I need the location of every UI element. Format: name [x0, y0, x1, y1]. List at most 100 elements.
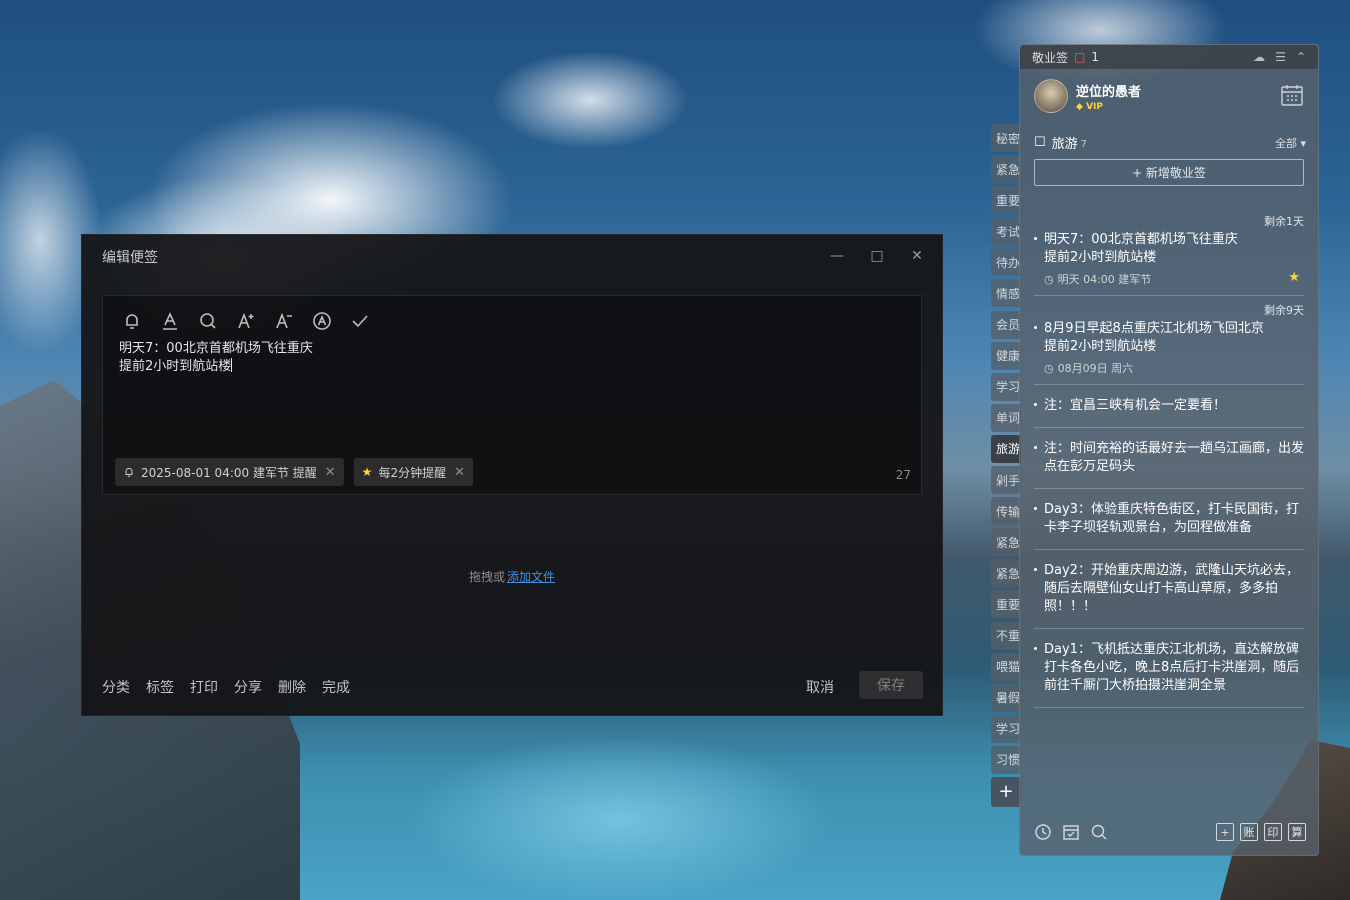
note-list: 剩余1天 明天7：00北京首都机场飞往重庆 提前2小时到航站楼 ◷ 明天 04:00 建…: [1034, 207, 1304, 708]
user-profile[interactable]: 逆位的愚者 ◆ VIP: [1034, 79, 1141, 113]
remaining-days: 剩余1天: [1264, 215, 1304, 228]
side-tab[interactable]: 考试: [991, 217, 1021, 246]
search-icon[interactable]: [197, 310, 219, 332]
panel-titlebar: 敬业签 □ 1 ☁ ☰ ⌃: [1020, 45, 1318, 69]
tag-button[interactable]: 标签: [146, 677, 174, 697]
list-item[interactable]: 剩余1天 明天7：00北京首都机场飞往重庆 提前2小时到航站楼 ◷ 明天 04:00 建…: [1034, 207, 1304, 296]
category-count: 7: [1080, 139, 1088, 150]
clock-icon[interactable]: [1034, 823, 1052, 841]
calendar-icon[interactable]: [1280, 83, 1304, 107]
remove-repeat-icon[interactable]: ✕: [454, 465, 465, 480]
side-tab[interactable]: 暑假: [991, 683, 1021, 712]
drop-text: 拖拽或: [468, 570, 505, 584]
font-decrease-icon[interactable]: [273, 310, 295, 332]
cloud-sync-icon[interactable]: ☁: [1253, 50, 1265, 64]
note-text-line: 明天7：00北京首都机场飞往重庆: [119, 341, 313, 356]
side-tab[interactable]: 重要: [991, 186, 1021, 215]
list-item[interactable]: Day1：飞机抵达重庆江北机场，直达解放碑打卡各色小吃，晚上8点后打卡洪崖洞，随…: [1034, 629, 1304, 708]
side-tab[interactable]: 会员: [991, 310, 1021, 339]
text-style-icon[interactable]: [311, 310, 333, 332]
add-square-icon[interactable]: +: [1216, 823, 1234, 841]
list-item[interactable]: 注：宜昌三峡有机会一定要看！: [1034, 385, 1304, 428]
side-tab[interactable]: 待办: [991, 248, 1021, 277]
side-tab[interactable]: 情感: [991, 279, 1021, 308]
sticky-note-panel: 敬业签 □ 1 ☁ ☰ ⌃ 逆位的愚者 ◆ VIP ☐ 旅游 7 全部 ▾ + …: [1019, 44, 1319, 856]
notification-bell-icon[interactable]: □: [1074, 50, 1085, 64]
reminder-chip[interactable]: 2025-08-01 04:00 建军节 提醒 ✕: [115, 458, 344, 486]
notification-count: 1: [1091, 50, 1099, 64]
delete-button[interactable]: 删除: [278, 677, 306, 697]
side-tab[interactable]: 剁手: [991, 466, 1021, 495]
side-tab[interactable]: 传输: [991, 497, 1021, 526]
app-name: 敬业签: [1032, 50, 1069, 65]
minimize-icon[interactable]: —: [822, 245, 852, 267]
side-tab[interactable]: 习惯: [991, 745, 1021, 774]
checklist-icon[interactable]: [1062, 823, 1080, 841]
list-item[interactable]: Day3：体验重庆特色街区，打卡民国街，打卡李子坝轻轨观景台，为回程做准备: [1034, 489, 1304, 550]
category-side-tabs: 秘密 紧急 重要 考试 待办 情感 会员 健康 学习 单词 旅游 剁手 传输 紧急 紧急 重要 不重 喂猫 暑假 学习…: [991, 124, 1021, 807]
print-icon[interactable]: 印: [1264, 823, 1282, 841]
print-button[interactable]: 打印: [190, 677, 218, 697]
menu-icon[interactable]: ☰: [1275, 50, 1286, 64]
list-item[interactable]: Day2：开始重庆周边游，武隆山天坑必去，随后去隔壁仙女山打卡高山草原，多多拍照…: [1034, 550, 1304, 629]
note-text: 明天7：00北京首都机场飞往重庆 提前2小时到航站楼: [1034, 231, 1304, 267]
list-item[interactable]: 注：时间充裕的话最好去一趟乌江画廊，出发点在彭万足码头: [1034, 428, 1304, 489]
repeat-chip[interactable]: ★ 每2分钟提醒 ✕: [353, 458, 473, 486]
note-editor-box[interactable]: 明天7：00北京首都机场飞往重庆 提前2小时到航站楼 2025-08-01 04…: [102, 295, 922, 495]
checkmark-icon[interactable]: [349, 310, 371, 332]
category-button[interactable]: 分类: [102, 677, 130, 697]
calculator-icon[interactable]: 算: [1288, 823, 1306, 841]
add-file-link[interactable]: 添加文件: [507, 570, 555, 584]
window-controls: — □ ✕: [822, 245, 932, 267]
collapse-icon[interactable]: ⌃: [1296, 50, 1306, 64]
star-icon: ★: [361, 465, 373, 479]
filter-label: 全部: [1274, 136, 1297, 150]
side-tab[interactable]: 紧急: [991, 559, 1021, 588]
side-tab[interactable]: 健康: [991, 341, 1021, 370]
note-text: Day2：开始重庆周边游，武隆山天坑必去，随后去隔壁仙女山打卡高山草原，多多拍照…: [1034, 562, 1304, 616]
share-button[interactable]: 分享: [234, 677, 262, 697]
side-tab[interactable]: 喂猫: [991, 652, 1021, 681]
reminder-chip-label: 2025-08-01 04:00 建军节 提醒: [141, 465, 317, 480]
done-button[interactable]: 完成: [322, 677, 350, 697]
side-tab[interactable]: 不重: [991, 621, 1021, 650]
panel-bottom-toolbar: + 账印算: [1034, 823, 1306, 841]
side-tab[interactable]: 重要: [991, 590, 1021, 619]
maximize-icon[interactable]: □: [862, 245, 892, 267]
clock-icon: ◷: [1044, 272, 1054, 286]
note-text: Day3：体验重庆特色街区，打卡民国街，打卡李子坝轻轨观景台，为回程做准备: [1034, 501, 1304, 537]
edit-note-dialog: 编辑便签 — □ ✕ 明天7：00北京首都机场飞往重庆 提前2小时到航站楼 20…: [81, 234, 943, 716]
vip-label: VIP: [1086, 101, 1103, 112]
save-button[interactable]: 保存: [859, 671, 923, 699]
bell-icon[interactable]: [121, 310, 143, 332]
username: 逆位的愚者: [1076, 84, 1142, 100]
star-icon[interactable]: ★: [1288, 270, 1300, 285]
font-increase-icon[interactable]: [235, 310, 257, 332]
note-text: 注：时间充裕的话最好去一趟乌江画廊，出发点在彭万足码头: [1034, 440, 1304, 476]
filter-dropdown[interactable]: 全部 ▾: [1275, 135, 1306, 151]
editor-footer-actions: 分类 标签 打印 分享 删除 完成: [102, 677, 350, 697]
side-tab[interactable]: 秘密: [991, 124, 1021, 152]
account-icon[interactable]: 账: [1240, 823, 1258, 841]
avatar[interactable]: [1034, 79, 1068, 113]
add-note-button[interactable]: + 新增敬业签: [1034, 159, 1304, 186]
side-tab[interactable]: 旅游: [991, 434, 1021, 463]
search-icon[interactable]: [1090, 823, 1108, 841]
category-name[interactable]: 旅游: [1052, 133, 1078, 152]
cancel-button[interactable]: 取消: [806, 677, 834, 697]
close-icon[interactable]: ✕: [902, 245, 932, 267]
list-item[interactable]: 剩余9天 8月9日早起8点重庆江北机场飞回北京 提前2小时到航站楼 ◷ 08月09日 周…: [1034, 296, 1304, 385]
note-text: Day1：飞机抵达重庆江北机场，直达解放碑打卡各色小吃，晚上8点后打卡洪崖洞，随…: [1034, 641, 1304, 695]
note-text-area[interactable]: 明天7：00北京首都机场飞往重庆 提前2小时到航站楼: [119, 340, 313, 376]
side-tab[interactable]: 紧急: [991, 528, 1021, 557]
side-tab[interactable]: 学习: [991, 372, 1021, 401]
file-dropzone[interactable]: 拖拽或 添加文件: [82, 568, 942, 585]
side-tab[interactable]: 单词: [991, 403, 1021, 432]
font-color-icon[interactable]: [159, 310, 181, 332]
repeat-chip-label: 每2分钟提醒: [378, 465, 447, 480]
side-tab[interactable]: 学习: [991, 714, 1021, 743]
note-text: 8月9日早起8点重庆江北机场飞回北京 提前2小时到航站楼: [1034, 320, 1304, 356]
side-tab[interactable]: 紧急: [991, 155, 1021, 184]
add-category-icon[interactable]: +: [991, 776, 1021, 807]
remove-reminder-icon[interactable]: ✕: [325, 465, 336, 480]
